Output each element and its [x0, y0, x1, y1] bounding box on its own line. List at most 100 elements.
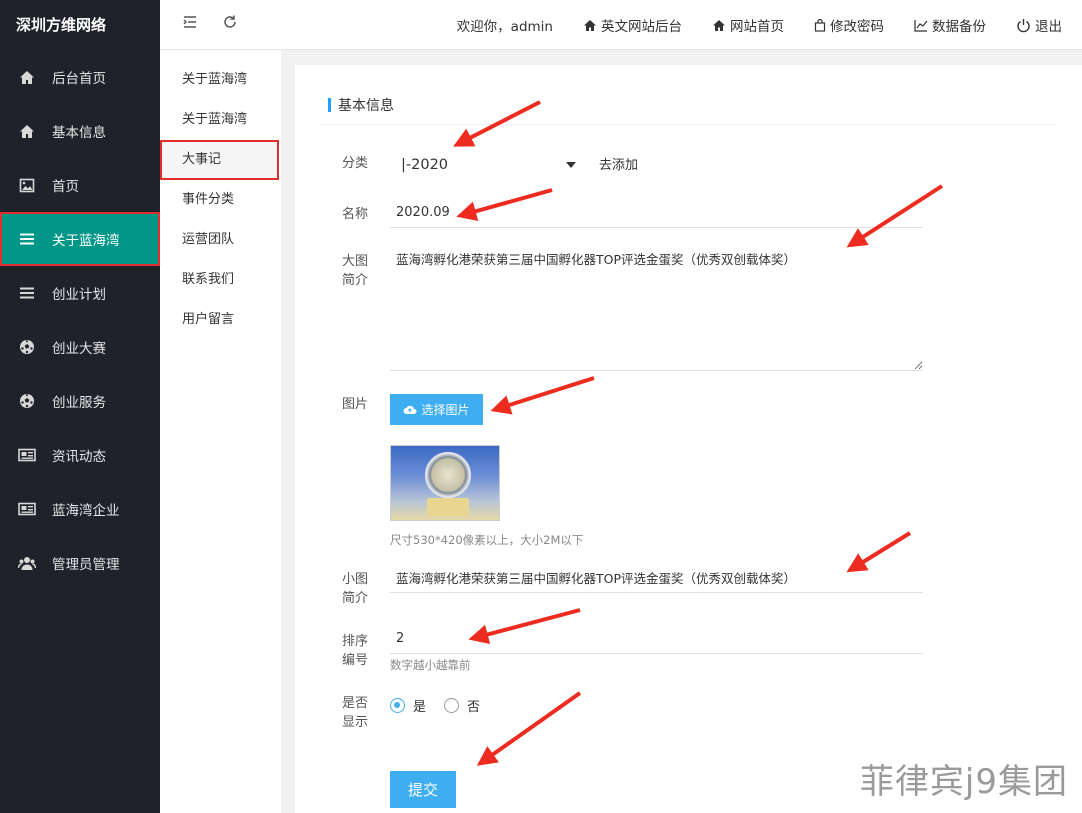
submenu-item-event-category[interactable]: 事件分类 [160, 180, 281, 220]
show-label-line2: 显示 [342, 715, 369, 730]
menu-toggle-icon[interactable] [182, 14, 198, 34]
award-medal-image [425, 452, 471, 498]
sort-label: 排序 编号 [342, 632, 368, 670]
home-icon [713, 19, 725, 31]
newspaper-icon [18, 446, 36, 464]
welcome-text: 欢迎你，admin [456, 19, 553, 35]
top-header: 欢迎你，admin 英文网站后台 网站首页 修改密码 数据备份 退出 [160, 0, 1082, 50]
watermark-text: 菲律宾j9集团 [859, 762, 1068, 802]
home-icon [18, 68, 36, 86]
sidebar-item-label: 关于蓝海湾 [52, 233, 120, 249]
sidebar-item-9[interactable]: 管理员管理 [0, 536, 160, 590]
big-intro-label: 大图 简介 [342, 252, 368, 290]
sidebar-item-label: 后台首页 [52, 71, 106, 87]
image-label: 图片 [342, 397, 369, 412]
category-label: 分类 [342, 156, 369, 171]
image-icon [18, 176, 36, 194]
category-select[interactable]: |-2020 [395, 150, 580, 180]
list-icon [18, 230, 36, 248]
category-value: |-2020 [401, 157, 449, 173]
sort-label-line2: 编号 [342, 653, 369, 668]
submenu-item-team[interactable]: 运营团队 [160, 220, 281, 260]
secondary-menu: 关于蓝海湾 关于蓝海湾 大事记 事件分类 运营团队 联系我们 用户留言 [160, 50, 281, 813]
show-no-label[interactable]: 否 [467, 696, 480, 715]
sidebar-item-label: 蓝海湾企业 [52, 503, 120, 519]
sidebar-item-label: 创业服务 [52, 395, 106, 411]
sidebar-item-label: 首页 [52, 179, 79, 195]
add-category-link[interactable]: 去添加 [599, 154, 638, 173]
section-title: 基本信息 [338, 98, 394, 114]
show-yes-label[interactable]: 是 [413, 696, 426, 715]
bag-icon [814, 18, 826, 32]
chevron-down-icon [566, 162, 576, 168]
show-label-line1: 是否 [342, 696, 369, 711]
submit-button[interactable]: 提交 [390, 771, 456, 808]
logout-link[interactable]: 退出 [1016, 15, 1062, 35]
show-yes-radio[interactable] [390, 698, 405, 713]
big-intro-label-line1: 大图 [342, 254, 369, 269]
change-password-link[interactable]: 修改密码 [814, 15, 884, 35]
sidebar-item-6[interactable]: 创业服务 [0, 374, 160, 428]
submenu-item-about[interactable]: 关于蓝海湾 [160, 60, 281, 100]
list-icon [18, 284, 36, 302]
sort-label-line1: 排序 [342, 634, 369, 649]
sidebar-item-7[interactable]: 资讯动态 [0, 428, 160, 482]
sort-hint: 数字越小越靠前 [390, 658, 471, 672]
header-tools [182, 14, 238, 34]
english-admin-link[interactable]: 英文网站后台 [583, 15, 682, 35]
section-accent-bar [328, 98, 331, 112]
small-intro-label-line1: 小图 [342, 572, 369, 587]
data-backup-link[interactable]: 数据备份 [914, 15, 986, 35]
power-icon [1017, 18, 1030, 32]
soccer-ball-icon [18, 392, 36, 410]
edit-form-card: 基本信息 分类 |-2020 去添加 名称 大图 简介 蓝海湾孵化港荣获第三届中… [295, 65, 1082, 813]
sidebar-item-label: 管理员管理 [52, 557, 120, 573]
sidebar-item-8[interactable]: 蓝海湾企业 [0, 482, 160, 536]
sidebar: 深圳方维网络 后台首页基本信息首页关于蓝海湾创业计划创业大赛创业服务资讯动态蓝海… [0, 0, 160, 813]
sidebar-nav: 后台首页基本信息首页关于蓝海湾创业计划创业大赛创业服务资讯动态蓝海湾企业管理员管… [0, 50, 160, 590]
name-label: 名称 [342, 207, 369, 222]
english-admin-label: 英文网站后台 [601, 19, 682, 35]
show-label: 是否 显示 [342, 694, 368, 732]
home-icon [18, 122, 36, 140]
uploaded-image-thumbnail [390, 445, 500, 521]
home-icon [584, 19, 596, 31]
soccer-ball-icon [18, 338, 36, 356]
choose-image-button[interactable]: 选择图片 [390, 394, 483, 425]
submenu-item-contact[interactable]: 联系我们 [160, 260, 281, 300]
small-intro-label-line2: 简介 [342, 591, 369, 606]
big-intro-textarea[interactable]: 蓝海湾孵化港荣获第三届中国孵化器TOP评选金蛋奖（优秀双创载体奖） [390, 245, 923, 371]
sidebar-item-4[interactable]: 创业计划 [0, 266, 160, 320]
show-no-radio[interactable] [444, 698, 460, 713]
sidebar-item-3[interactable]: 关于蓝海湾 [0, 212, 160, 266]
sidebar-item-label: 资讯动态 [52, 449, 106, 465]
big-intro-label-line2: 简介 [342, 273, 369, 288]
sidebar-item-label: 创业计划 [52, 287, 106, 303]
sidebar-item-5[interactable]: 创业大赛 [0, 320, 160, 374]
logout-label: 退出 [1035, 19, 1062, 35]
refresh-icon[interactable] [222, 14, 238, 34]
sidebar-item-label: 创业大赛 [52, 341, 106, 357]
sort-number-input[interactable] [390, 624, 923, 654]
change-password-label: 修改密码 [830, 19, 884, 35]
users-icon [18, 554, 36, 572]
site-home-link[interactable]: 网站首页 [712, 15, 784, 35]
newspaper-icon [18, 500, 36, 518]
submenu-item-milestones[interactable]: 大事记 [160, 140, 279, 180]
brand-title: 深圳方维网络 [16, 16, 107, 34]
header-links: 欢迎你，admin 英文网站后台 网站首页 修改密码 数据备份 退出 [457, 0, 1062, 50]
submenu-item-about-2[interactable]: 关于蓝海湾 [160, 100, 281, 140]
show-radio-group: 是 否 [390, 696, 490, 715]
submenu-item-messages[interactable]: 用户留言 [160, 300, 281, 340]
small-intro-input[interactable] [390, 563, 923, 593]
name-input[interactable] [390, 198, 923, 228]
section-header: 基本信息 [320, 93, 1055, 125]
award-stand-image [427, 498, 469, 516]
sidebar-item-2[interactable]: 首页 [0, 158, 160, 212]
cloud-upload-icon [403, 405, 417, 414]
chart-icon [914, 19, 928, 32]
sidebar-item-1[interactable]: 基本信息 [0, 104, 160, 158]
sidebar-item-0[interactable]: 后台首页 [0, 50, 160, 104]
choose-image-label: 选择图片 [421, 403, 470, 417]
data-backup-label: 数据备份 [932, 19, 986, 35]
